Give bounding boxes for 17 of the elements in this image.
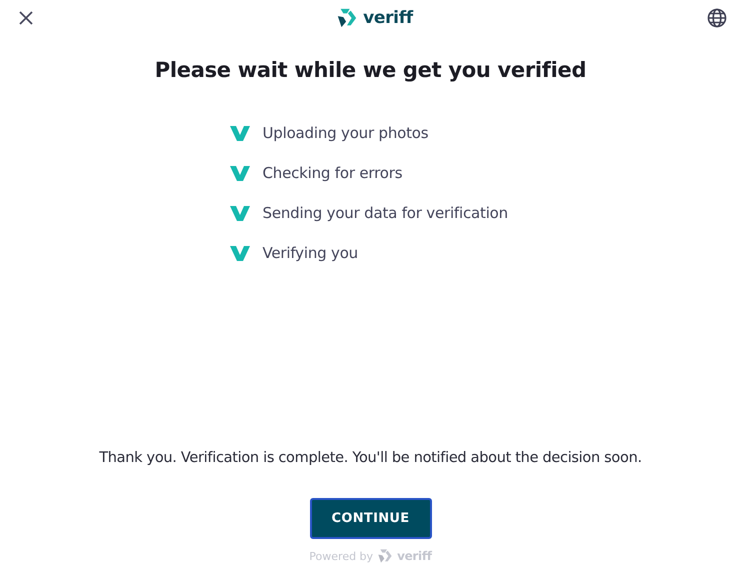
page-title: Please wait while we get you verified	[154, 58, 586, 82]
check-icon	[230, 244, 250, 262]
logo-icon	[377, 548, 394, 564]
status-message: Thank you. Verification is complete. You'll be notified about the decision soon.	[99, 450, 642, 466]
powered-by-text: Powered by	[309, 550, 374, 562]
logo-icon	[336, 7, 358, 29]
check-icon	[230, 164, 250, 182]
check-icon	[230, 204, 250, 222]
step-label: Verifying you	[262, 244, 358, 262]
language-button[interactable]	[706, 7, 728, 29]
step-label: Uploading your photos	[262, 124, 428, 142]
brand-name: veriff	[397, 549, 432, 563]
step-label: Sending your data for verification	[262, 204, 508, 222]
check-icon	[230, 124, 250, 142]
step-label: Checking for errors	[262, 164, 402, 182]
brand-name: veriff	[363, 8, 413, 28]
continue-button[interactable]: CONTINUE	[310, 498, 432, 539]
